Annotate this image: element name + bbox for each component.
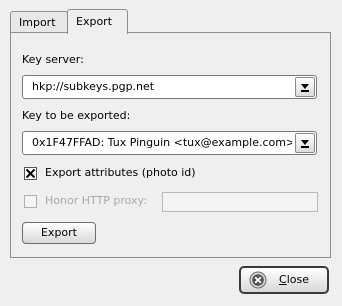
key-server-value: hkp://subkeys.pgp.net (32, 80, 155, 93)
close-button[interactable]: Close (239, 266, 329, 294)
export-attributes-checkbox[interactable] (24, 167, 37, 180)
export-attributes-label: Export attributes (photo id) (45, 166, 196, 179)
tab-export[interactable]: Export (67, 9, 128, 34)
key-to-export-label: Key to be exported: (22, 109, 131, 122)
close-button-label: Close (279, 273, 309, 286)
chevron-down-icon[interactable] (295, 77, 315, 97)
chevron-down-icon[interactable] (295, 133, 315, 153)
close-icon (249, 271, 267, 289)
tab-import-label: Import (19, 16, 56, 29)
key-server-label: Key server: (22, 53, 84, 66)
key-server-combo[interactable]: hkp://subkeys.pgp.net (22, 75, 317, 99)
proxy-field[interactable] (162, 192, 318, 212)
key-to-export-combo[interactable]: 0x1F47FFAD: Tux Pinguin <tux@example.com… (22, 131, 317, 155)
tab-import[interactable]: Import (10, 11, 68, 33)
checkmark-x-icon (25, 168, 36, 179)
honor-proxy-checkbox[interactable] (24, 195, 37, 208)
export-button[interactable]: Export (22, 222, 96, 244)
tab-export-label: Export (76, 15, 113, 28)
export-button-label: Export (40, 226, 77, 239)
honor-proxy-label: Honor HTTP proxy: (45, 194, 147, 207)
key-to-export-value: 0x1F47FFAD: Tux Pinguin <tux@example.com… (32, 136, 292, 149)
